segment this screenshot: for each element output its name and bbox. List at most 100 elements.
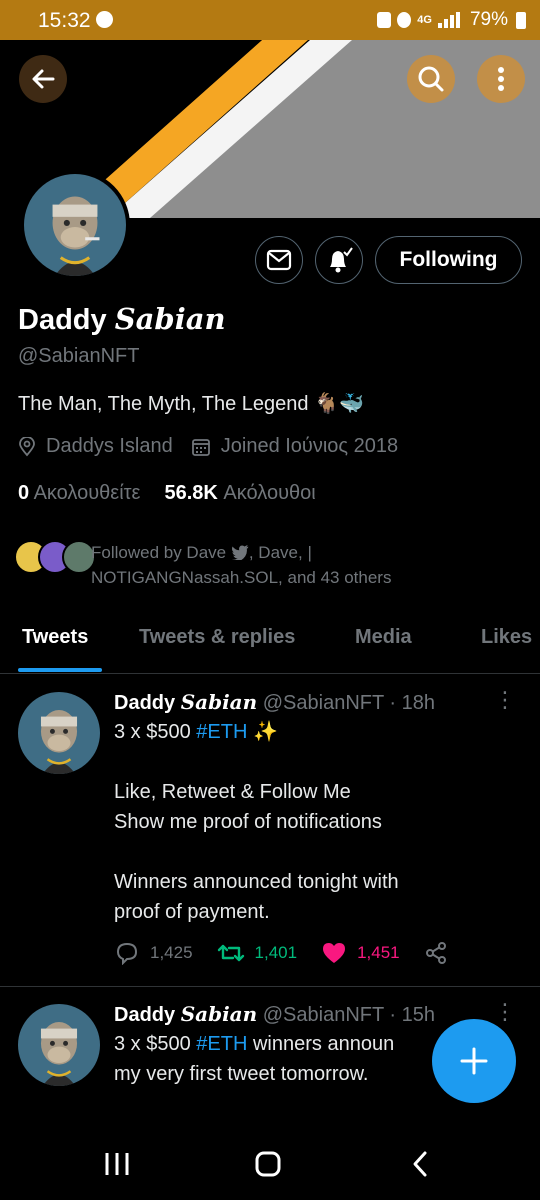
back-button[interactable] [19,55,67,103]
heart-icon [323,943,346,963]
battery-percent: 79% [469,9,508,30]
tweet-header: Daddy Sabian @SabianNFT · 15h [114,1002,435,1027]
tweet-header: Daddy Sabian @SabianNFT · 18h [114,690,435,715]
tweet-more-icon[interactable]: ⋮ [494,687,516,713]
profile-avatar[interactable] [20,170,130,280]
profile-name-first: Daddy [18,304,115,336]
joined-text: Joined Ιούνιος 2018 [220,435,399,457]
avatar[interactable] [18,692,100,774]
followers-count: 56.8K [164,482,218,504]
tweet-actions: 1,425 1,401 1,451 [114,941,472,965]
status-icons: 4G 79% [377,9,526,31]
profile-bio: The Man, The Myth, The Legend 🐐🐳 [18,391,364,416]
more-vertical-icon [498,67,504,91]
more-options-button[interactable] [477,55,525,103]
location-item: Daddys Island [18,435,173,458]
location-text: Daddys Island [46,435,173,457]
active-tab-indicator [18,668,102,672]
followed-by-avatars[interactable] [14,540,96,574]
avatar[interactable] [18,1004,100,1086]
tweet-author-first: Daddy [114,1004,181,1026]
ape-avatar-image [18,1004,100,1086]
tweet-text-post: winners announ [247,1033,395,1055]
bio-text: The Man, The Myth, The Legend [18,393,309,415]
tab-tweets[interactable]: Tweets [22,626,88,649]
status-time: 15:32 [38,9,91,32]
reply-count: 1,425 [150,943,193,962]
message-button[interactable] [255,236,303,284]
tab-likes[interactable]: Likes [481,626,532,649]
tweet-handle: @SabianNFT [262,1004,384,1026]
home-icon [255,1151,281,1177]
profile-name-styled: Sabian [114,302,226,336]
tweet-text-pre: 3 x $500 [114,721,197,743]
status-bar: 15:32 4G 79% [0,0,540,40]
profile-handle: @SabianNFT [18,345,140,367]
tweet-author-name[interactable]: Daddy Sabian [114,1002,258,1026]
alarm-icon [397,12,412,28]
network-type: 4G [417,14,432,26]
following-count: 0 [18,482,30,504]
joined-item: Joined Ιούνιος 2018 [191,435,398,458]
retweet-button[interactable]: 1,401 [217,942,297,964]
profile-name: Daddy Sabian [18,302,226,337]
tweet-author-styled: Sabian [180,1002,258,1026]
following-label: Ακολουθείτε [33,482,141,504]
retweet-icon [217,944,244,962]
compose-plus-icon [460,1047,488,1075]
share-button[interactable] [424,941,448,965]
home-button[interactable] [238,1146,298,1182]
followed-by-line2: NOTIGANGNassah.SOL, and 43 others [91,568,392,587]
tweet-handle: @SabianNFT [262,692,384,714]
system-nav-bar [0,1128,540,1200]
share-icon [425,942,446,964]
hashtag-link[interactable]: #ETH [196,1033,247,1055]
reply-icon [116,942,138,965]
ape-avatar-image [18,692,100,774]
tweet-time: · 15h [389,1004,435,1026]
search-icon [418,66,444,92]
hashtag-link[interactable]: #ETH [196,721,247,743]
location-icon [19,436,35,456]
compose-tweet-button[interactable] [432,1019,516,1103]
reply-button[interactable]: 1,425 [114,941,193,965]
followed-by-line1b: , Dave, | [248,543,312,562]
search-button[interactable] [407,55,455,103]
tweet-first-line: 3 x $500 #ETH ✨ [114,717,524,747]
tweet-text-post: ✨ [247,721,278,743]
back-arrow-icon [32,69,55,89]
tab-media[interactable]: Media [355,626,412,649]
facebook-icon [96,11,113,28]
recent-apps-button[interactable] [87,1146,147,1182]
like-count: 1,451 [357,943,400,962]
tweet-author-name[interactable]: Daddy Sabian [114,690,258,714]
tweet-author-styled: Sabian [180,690,258,714]
followers-label: Ακόλουθοι [223,482,316,504]
tweet-author-first: Daddy [114,692,181,714]
lock-icon [377,12,392,28]
tweet-divider [0,986,540,987]
back-nav-button[interactable] [390,1146,450,1182]
calendar-icon [191,438,210,456]
tweet-time: · 18h [389,692,435,714]
follow-counts: 0 Ακολουθείτε 56.8K Ακόλουθοι [18,482,316,505]
recent-apps-icon [105,1153,129,1175]
like-button[interactable]: 1,451 [321,941,400,965]
tweet-text-pre: 3 x $500 [114,1033,197,1055]
tweet-more-icon[interactable]: ⋮ [494,999,516,1025]
notifications-button[interactable] [315,236,363,284]
followed-by-text[interactable]: Followed by Dave , Dave, | NOTIGANGNassa… [91,540,531,590]
tweet-text: Like, Retweet & Follow Me Show me proof … [114,781,399,923]
bio-emoji: 🐐🐳 [314,393,364,415]
signal-icon [437,12,464,28]
followed-by-line1: Followed by Dave [91,543,227,562]
bell-icon [330,247,353,273]
followers-count-link[interactable]: 56.8K Ακόλουθοι [164,482,315,505]
following-count-link[interactable]: 0 Ακολουθείτε [18,482,140,505]
tab-tweets-replies[interactable]: Tweets & replies [139,626,295,649]
following-button[interactable]: Following [375,236,522,284]
back-chevron-icon [413,1151,427,1177]
twitter-bird-icon [231,545,249,562]
profile-meta: Daddys Island Joined Ιούνιος 2018 [18,435,416,458]
mail-icon [266,249,292,271]
